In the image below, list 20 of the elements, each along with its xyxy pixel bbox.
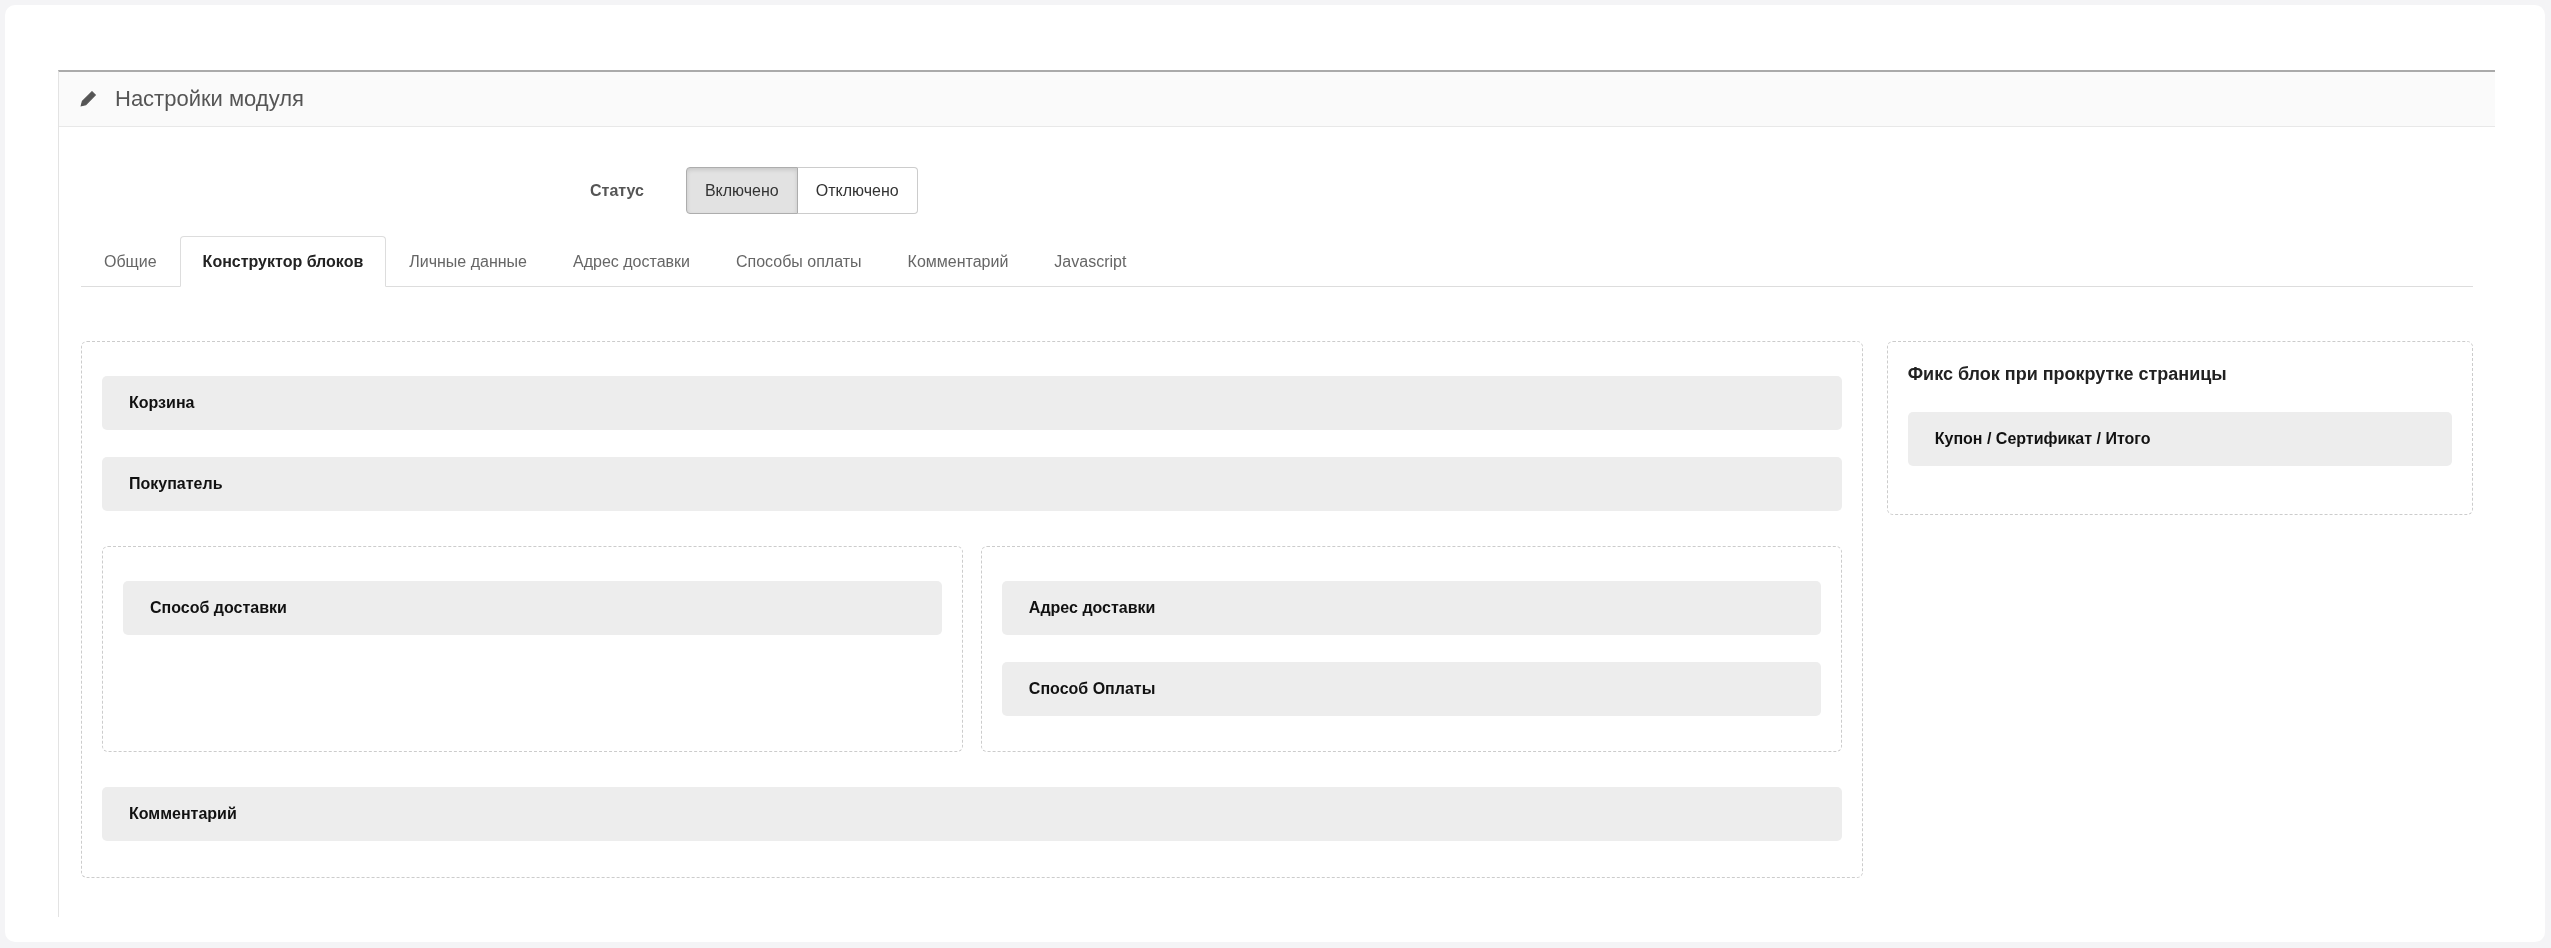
block-item[interactable]: Способ доставки (123, 581, 942, 635)
tab[interactable]: Javascript (1031, 236, 1150, 287)
status-label: Статус (590, 181, 644, 200)
status-option[interactable]: Включено (685, 167, 798, 214)
tab[interactable]: Конструктор блоков (179, 236, 387, 287)
tab[interactable]: Общие (81, 236, 180, 287)
status-option[interactable]: Отключено (797, 167, 918, 214)
fixed-block-title: Фикс блок при прокрутке страницы (1907, 364, 2228, 385)
block-item[interactable]: Корзина (102, 376, 1842, 430)
block-item[interactable]: Купон / Сертификат / Итого (1907, 412, 2452, 466)
block-item[interactable]: Покупатель (102, 457, 1842, 511)
tab[interactable]: Способы оплаты (713, 236, 885, 287)
block-item[interactable]: Комментарий (102, 787, 1842, 841)
block-item[interactable]: Способ Оплаты (1001, 662, 1821, 716)
tab[interactable]: Адрес доставки (550, 236, 713, 287)
tab[interactable]: Комментарий (884, 236, 1032, 287)
panel-title: Настройки модуля (115, 86, 304, 112)
block-item[interactable]: Адрес доставки (1001, 581, 1821, 635)
pencil-icon (79, 90, 97, 108)
tab[interactable]: Личные данные (386, 236, 550, 287)
